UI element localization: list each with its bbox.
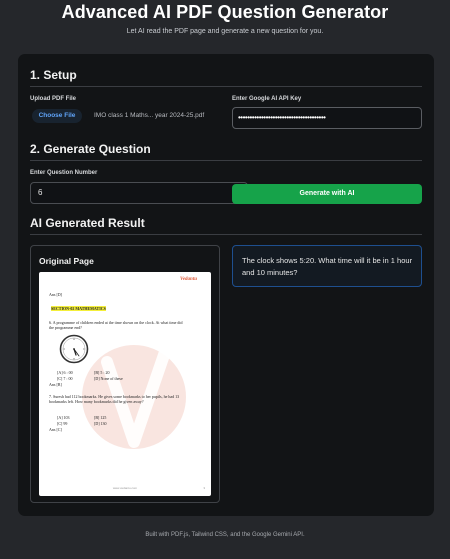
pdf-q7-option-b: [B] 125 xyxy=(94,415,107,420)
generate-heading: 2. Generate Question xyxy=(30,142,151,156)
pdf-q7-option-d: [D] 130 xyxy=(94,421,107,426)
pdf-footer: www.vedantu.com xyxy=(112,486,138,490)
pdf-section-heading: SECTION-02 MATHEMATICS xyxy=(51,306,106,311)
pdf-q7-answer: Ans [C] xyxy=(49,427,62,432)
question-number-label: Enter Question Number xyxy=(30,170,98,176)
pdf-q6-option-c: [C] 7 : 00 xyxy=(57,376,73,381)
pdf-section-wrap: SECTION-02 MATHEMATICS xyxy=(49,306,108,311)
result-divider xyxy=(30,234,422,235)
pdf-q7-option-a: [A] 103 xyxy=(57,415,70,420)
page-subtitle: Let AI read the PDF page and generate a … xyxy=(126,28,324,35)
pdf-question-6: 6. A programme of children ended at the … xyxy=(49,320,183,331)
setup-heading: 1. Setup xyxy=(30,68,77,82)
clock-icon xyxy=(59,334,89,364)
choose-file-button[interactable]: Choose File xyxy=(32,109,82,123)
pdf-page-preview: Vedantu Ans [D] SECTION-02 MATHEMATICS 6… xyxy=(39,272,211,496)
original-page-panel: Original Page Vedantu Ans [D] SECTION-02… xyxy=(30,245,220,503)
pdf-q6-answer: Ans [B] xyxy=(49,382,62,387)
setup-divider xyxy=(30,86,422,87)
page-footer: Built with PDF.js, Tailwind CSS, and the… xyxy=(145,532,305,538)
page-title: Advanced AI PDF Question Generator xyxy=(61,2,389,22)
generate-divider xyxy=(30,160,422,161)
pdf-page-number: 3 xyxy=(203,486,205,490)
pdf-q6-option-d: [D] None of these xyxy=(94,376,123,381)
pdf-q7-option-c: [C] 99 xyxy=(57,421,68,426)
question-number-input[interactable]: 6 xyxy=(30,182,248,204)
generated-question-text: The clock shows 5:20. What time will it … xyxy=(242,256,413,277)
pdf-q6-option-b: [B] 5 : 20 xyxy=(94,370,110,375)
generate-button[interactable]: Generate with AI xyxy=(232,184,422,204)
main-card: 1. Setup Upload PDF File Choose File IMO… xyxy=(18,54,434,516)
pdf-logo: Vedantu xyxy=(180,277,197,282)
api-key-label: Enter Google AI API Key xyxy=(232,96,302,102)
pdf-q6-option-a: [A] 6 : 00 xyxy=(57,370,73,375)
pdf-ans-top: Ans [D] xyxy=(49,292,62,297)
api-key-input[interactable]: •••••••••••••••••••••••••••••••••••••• xyxy=(232,107,422,129)
selected-file-name: IMO class 1 Maths... year 2024-25.pdf xyxy=(94,112,205,119)
result-heading: AI Generated Result xyxy=(30,216,145,230)
pdf-question-7: 7. Suresh had 112 bookmarks. He gives so… xyxy=(49,394,180,405)
generated-question-panel: The clock shows 5:20. What time will it … xyxy=(232,245,422,287)
upload-label: Upload PDF File xyxy=(30,96,77,102)
original-page-title: Original Page xyxy=(39,256,94,266)
